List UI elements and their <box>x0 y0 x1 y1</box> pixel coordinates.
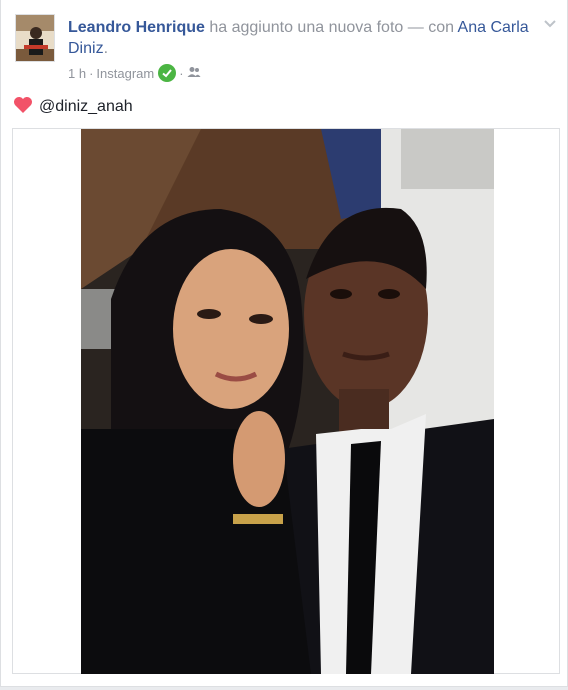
check-icon <box>158 64 177 82</box>
author-avatar[interactable] <box>15 14 55 62</box>
via-app-label: Instagram <box>96 65 155 81</box>
post-timestamp-link[interactable]: 1 h <box>68 66 86 81</box>
meta-separator: · <box>179 65 184 81</box>
photo-container <box>12 128 560 674</box>
post-header: Leandro Henrique ha aggiunto una nuova f… <box>68 17 538 59</box>
post-options-chevron-down-icon[interactable] <box>543 16 557 28</box>
feed-post: Leandro Henrique ha aggiunto una nuova f… <box>0 0 568 687</box>
heart-icon <box>13 96 33 119</box>
tagged-suffix: . <box>103 40 109 57</box>
avatar-photo <box>16 15 54 61</box>
caption-text: @diniz_anah <box>39 98 133 115</box>
post-action-text: ha aggiunto una nuova foto — con <box>204 19 458 36</box>
post-photo[interactable] <box>81 129 494 674</box>
post-caption: @diniz_anah <box>13 96 133 118</box>
friends-icon[interactable] <box>187 66 201 81</box>
author-name-link[interactable]: Leandro Henrique <box>68 19 205 36</box>
meta-separator: · <box>89 65 94 81</box>
post-meta: 1 h · Instagram · <box>68 63 201 83</box>
